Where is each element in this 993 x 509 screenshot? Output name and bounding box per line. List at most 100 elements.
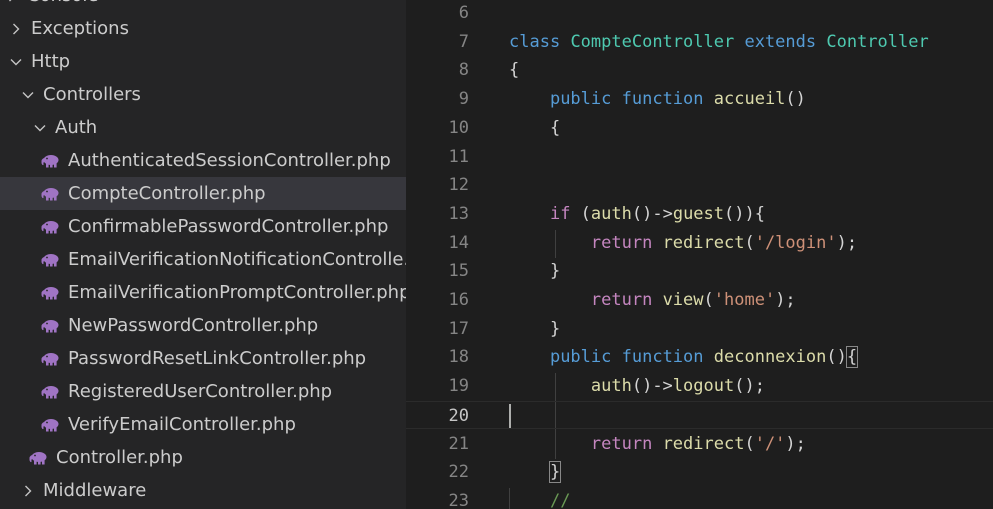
- code-token: redirect: [662, 232, 745, 253]
- code-token: );: [836, 232, 858, 253]
- tree-item-label: Console: [27, 0, 98, 6]
- code-line[interactable]: 16 return view('home');: [406, 286, 993, 315]
- line-number: 23: [448, 490, 469, 509]
- code-token: return: [590, 433, 653, 454]
- tree-folder-item[interactable]: Exceptions: [0, 12, 406, 45]
- chevron-down-icon[interactable]: [21, 88, 35, 102]
- line-number: 7: [458, 31, 469, 52]
- tree-item-label: Http: [31, 51, 71, 72]
- code-line[interactable]: 17 }: [406, 315, 993, 344]
- code-token: logout: [672, 376, 735, 397]
- code-line[interactable]: 10 {: [406, 114, 993, 143]
- tree-file-item[interactable]: EmailVerificationPromptController.php: [0, 276, 406, 309]
- line-number: 14: [448, 232, 469, 253]
- code-token: );: [775, 290, 796, 310]
- code-token: if: [549, 203, 571, 224]
- tree-folder-item[interactable]: Controllers: [0, 78, 406, 111]
- code-token: CompteController: [570, 31, 735, 52]
- tree-item-label: EmailVerificationPromptController.php: [68, 282, 406, 303]
- code-text: }: [509, 315, 560, 344]
- code-line[interactable]: 23 //: [406, 487, 993, 509]
- tree-file-item[interactable]: Controller.php: [0, 441, 406, 474]
- line-number: 8: [458, 60, 469, 81]
- code-token: {: [509, 60, 520, 81]
- code-text: }: [509, 257, 560, 286]
- code-text: return view('home');: [509, 286, 796, 315]
- code-token: public: [549, 89, 612, 110]
- code-line[interactable]: 19 auth()->logout();: [406, 372, 993, 401]
- code-line[interactable]: 6: [406, 0, 993, 28]
- line-number: 9: [458, 89, 469, 110]
- line-number: 22: [448, 462, 469, 483]
- chevron-right-icon[interactable]: [21, 484, 35, 498]
- tree-file-item[interactable]: AuthenticatedSessionController.php: [0, 144, 406, 177]
- tree-file-item[interactable]: ConfirmablePasswordController.php: [0, 210, 406, 243]
- code-line[interactable]: 22 }: [406, 458, 993, 487]
- code-token: auth: [590, 203, 632, 224]
- tree-item-label: CompteController.php: [68, 183, 266, 204]
- code-token: public: [549, 347, 612, 368]
- code-text: {: [509, 114, 560, 143]
- tree-item-label: AuthenticatedSessionController.php: [68, 150, 391, 171]
- line-number: 20: [448, 405, 469, 426]
- code-token: (: [744, 433, 755, 454]
- tree-folder-item[interactable]: Auth: [0, 111, 406, 144]
- code-line[interactable]: 14 return redirect('/login');: [406, 229, 993, 258]
- code-token: redirect: [662, 433, 745, 454]
- code-token: guest: [672, 203, 725, 224]
- code-line[interactable]: 18 public function deconnexion(){: [406, 343, 993, 372]
- tree-file-item[interactable]: PasswordResetLinkController.php: [0, 342, 406, 375]
- php-elephant-icon: [41, 418, 59, 431]
- code-line[interactable]: 20: [406, 400, 993, 430]
- code-token: (: [570, 203, 591, 224]
- code-token: '/': [754, 433, 786, 454]
- chevron-right-icon[interactable]: [9, 22, 23, 36]
- chevron-down-icon[interactable]: [33, 121, 47, 135]
- code-token: }: [548, 461, 562, 484]
- code-line[interactable]: 11: [406, 143, 993, 172]
- code-line[interactable]: 13 if (auth()->guest()){: [406, 200, 993, 229]
- line-number: 18: [448, 347, 469, 368]
- tree-file-item[interactable]: NewPasswordController.php: [0, 309, 406, 342]
- code-token: extends: [744, 31, 817, 52]
- code-token: {: [845, 346, 859, 369]
- php-elephant-icon: [29, 451, 47, 464]
- code-line[interactable]: 12: [406, 171, 993, 200]
- file-explorer: Console Exceptions Http Controllers Auth Auth…: [0, 0, 406, 509]
- code-line[interactable]: 8{: [406, 56, 993, 85]
- code-text: auth()->logout();: [509, 372, 765, 401]
- tree-file-item[interactable]: VerifyEmailController.php: [0, 408, 406, 441]
- code-editor[interactable]: 6 7 class CompteController extends Control…: [406, 0, 993, 509]
- code-line[interactable]: 9 public function accueil(): [406, 85, 993, 114]
- tree-folder-item[interactable]: Console: [0, 0, 406, 12]
- line-number: 10: [448, 117, 469, 138]
- tree-file-item[interactable]: CompteController.php: [0, 177, 406, 210]
- code-line[interactable]: 7 class CompteController extends Controll…: [406, 28, 993, 57]
- tree-folder-item[interactable]: Http: [0, 45, 406, 78]
- chevron-down-icon[interactable]: [9, 55, 23, 69]
- code-token: auth: [590, 376, 632, 397]
- php-elephant-icon: [41, 319, 59, 332]
- php-elephant-icon: [41, 154, 59, 167]
- tree-item-label: VerifyEmailController.php: [68, 414, 296, 435]
- line-number: 11: [448, 146, 469, 167]
- tree-item-label: Middleware: [43, 480, 147, 501]
- php-elephant-icon: [41, 187, 59, 200]
- tree-item-label: RegisteredUserController.php: [68, 381, 333, 402]
- code-line[interactable]: 21 return redirect('/');: [406, 430, 993, 459]
- code-token: ()){: [724, 203, 765, 224]
- code-token: function: [621, 89, 704, 110]
- tree-folder-item[interactable]: Middleware: [0, 474, 406, 507]
- tree-item-label: ConfirmablePasswordController.php: [68, 216, 389, 237]
- tree-file-item[interactable]: EmailVerificationNotificationControlle..…: [0, 243, 406, 276]
- chevron-right-icon[interactable]: [5, 0, 19, 3]
- code-token: 'home': [713, 290, 776, 310]
- code-line[interactable]: 15 }: [406, 257, 993, 286]
- tree-file-item[interactable]: RegisteredUserController.php: [0, 375, 406, 408]
